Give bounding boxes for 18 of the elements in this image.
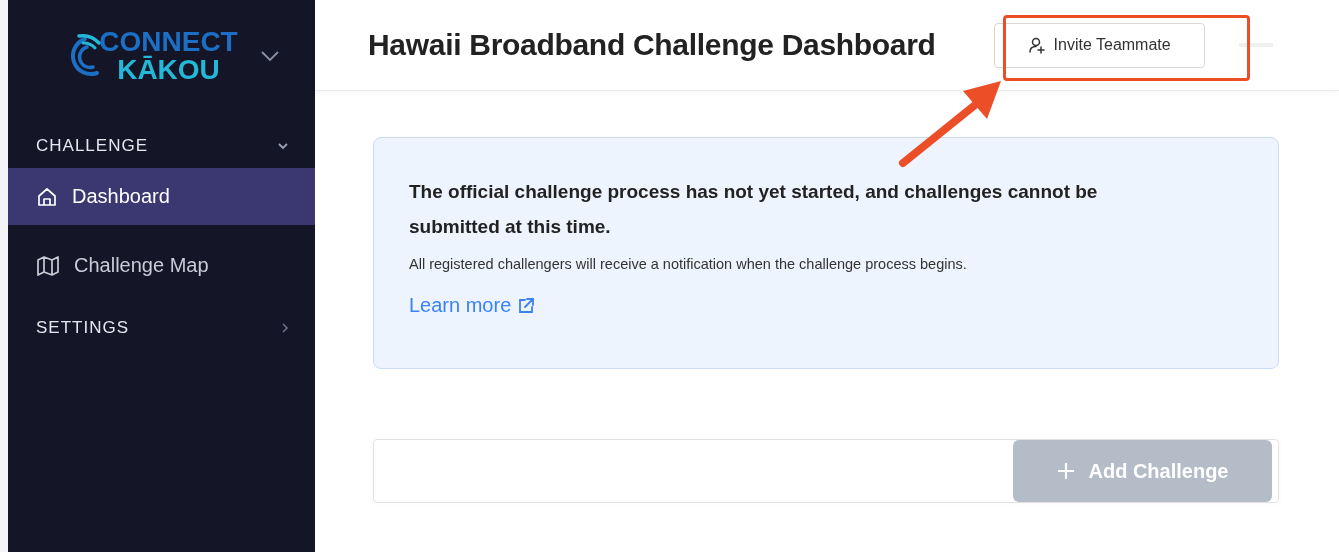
external-link-icon xyxy=(517,296,536,315)
home-icon xyxy=(36,185,58,208)
chevron-down-icon[interactable] xyxy=(259,50,280,62)
add-user-icon xyxy=(1027,36,1046,54)
map-icon xyxy=(36,254,60,277)
section-header[interactable]: CHALLENGE xyxy=(8,124,315,168)
logo-text: CONNECT xyxy=(99,28,238,56)
nav-item[interactable]: Dashboard xyxy=(8,168,315,225)
chevron-down-icon xyxy=(277,142,289,150)
page-title: Hawaii Broadband Challenge Dashboard xyxy=(368,28,936,62)
nav-item[interactable]: Challenge Map xyxy=(8,237,315,294)
notice-heading: The official challenge process has not yet started, and challenges cannot be submitted at this time. xyxy=(409,180,1099,239)
notice-text: All registered challengers will receive a notification when the challenge process begins. xyxy=(409,256,968,272)
invite-button[interactable]: Invite Teammate xyxy=(993,22,1205,68)
chevron-right-icon xyxy=(281,322,289,334)
section-header[interactable]: SETTINGS xyxy=(8,306,315,350)
logo-text: KĀKOU xyxy=(117,56,220,84)
plus-icon xyxy=(1056,461,1077,481)
